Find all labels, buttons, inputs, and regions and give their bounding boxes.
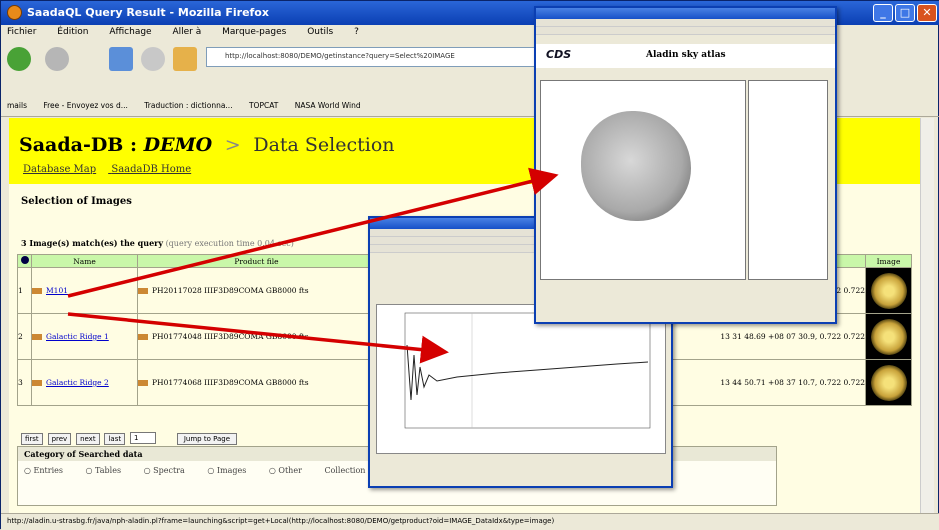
arrow-to-aladin [67,167,559,298]
arrow-to-spectrum [67,312,449,364]
annotation-arrows [67,167,559,364]
